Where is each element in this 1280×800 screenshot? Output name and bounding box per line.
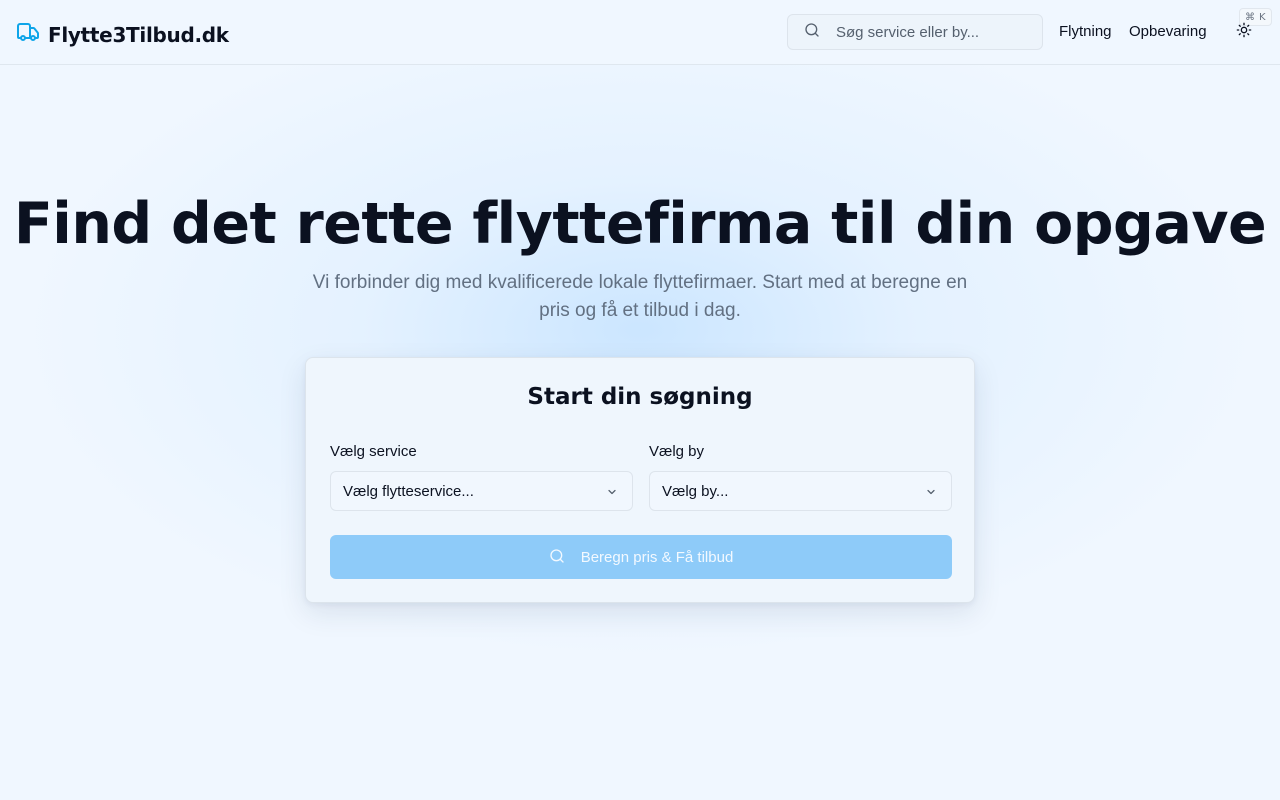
nav-link-flytning[interactable]: Flytning [1059,23,1112,40]
city-select-value: Vælg by... [662,482,729,500]
search-icon [549,548,565,567]
search-card: Start din søgning Vælg service Vælg flyt… [305,357,975,603]
service-label: Vælg service [330,443,417,460]
city-label: Vælg by [649,443,705,460]
search-icon [804,22,820,43]
service-select-value: Vælg flytteservice... [343,482,474,500]
calculate-price-button[interactable]: Beregn pris & Få tilbud [330,535,952,579]
chevron-down-icon [925,485,937,503]
sun-icon [1236,22,1252,43]
search-box[interactable] [787,14,1043,50]
search-input[interactable] [836,23,1026,41]
shortcut-key: K [1259,11,1266,23]
service-select[interactable]: Vælg flytteservice... [330,471,633,511]
logo-text: Flytte3Tilbud.dk [48,22,229,47]
city-select[interactable]: Vælg by... [649,471,952,511]
hero-title: Find det rette flyttefirma til din opgav… [13,191,1267,257]
calculate-price-label: Beregn pris & Få tilbud [580,548,734,566]
nav-link-opbevaring[interactable]: Opbevaring [1129,23,1207,40]
hero-subtitle: Vi forbinder dig med kvalificerede lokal… [312,272,968,321]
logo[interactable]: Flytte3Tilbud.dk [16,20,229,49]
chevron-down-icon [606,485,618,503]
search-card-title: Start din søgning [527,384,753,410]
truck-icon [16,20,40,49]
top-navbar: Flytte3Tilbud.dk ⌘ K Flytning Opbevaring [0,0,1280,65]
theme-toggle-button[interactable] [1232,20,1256,44]
